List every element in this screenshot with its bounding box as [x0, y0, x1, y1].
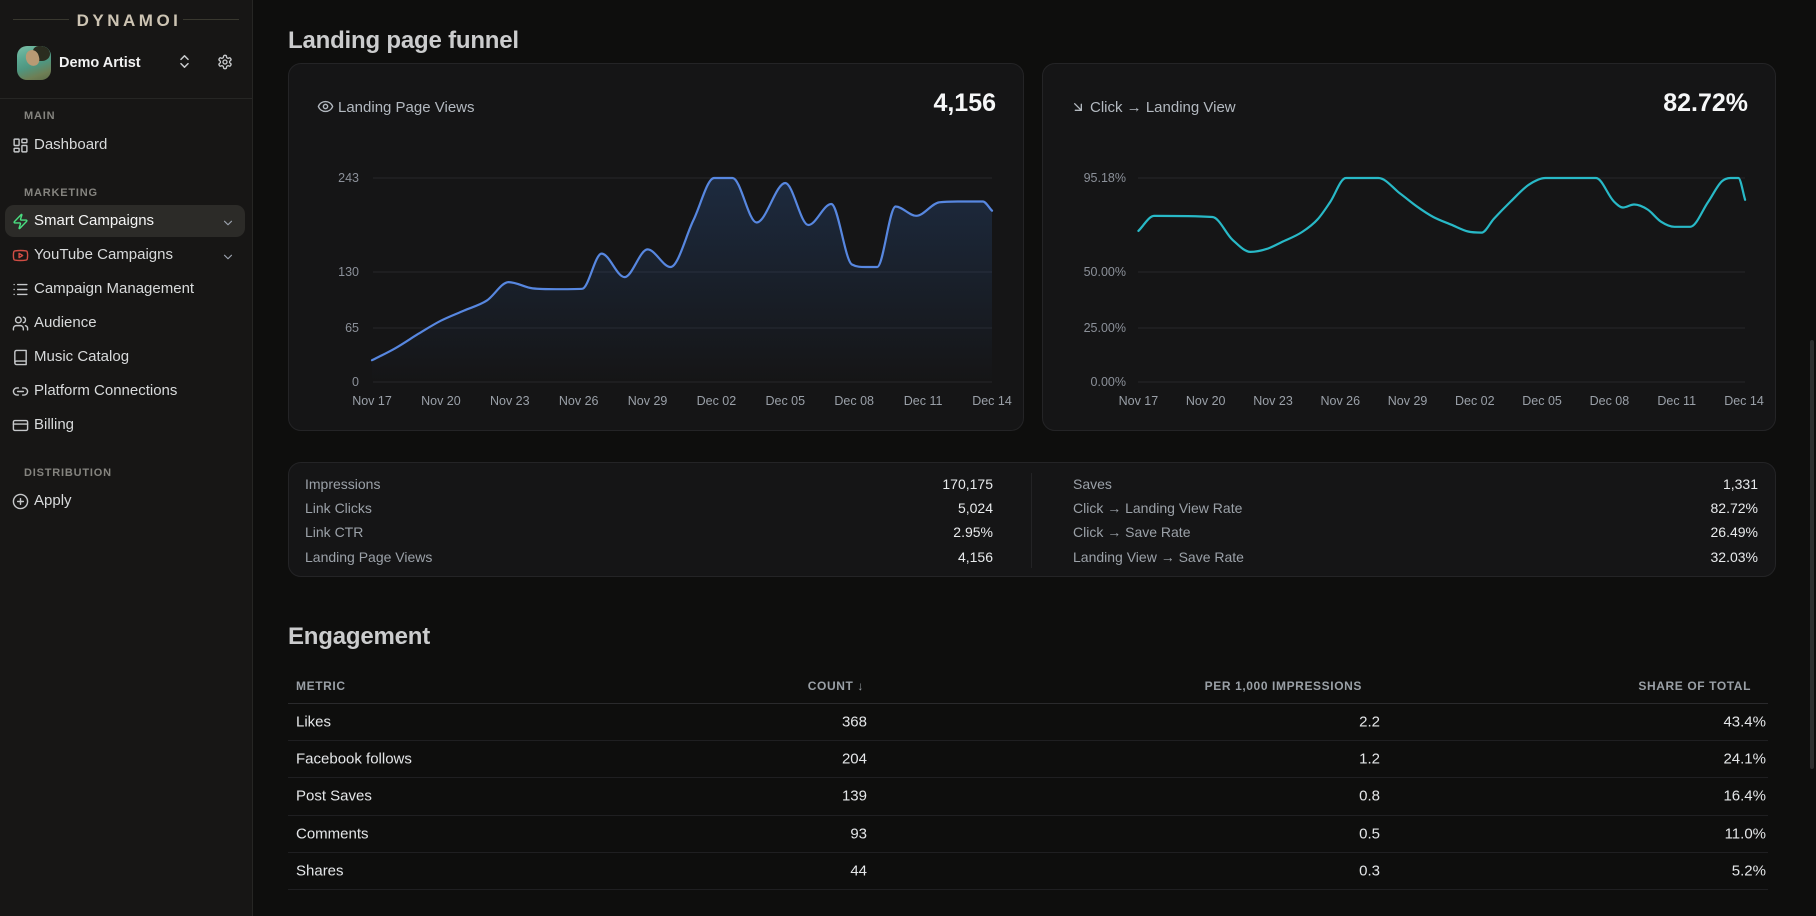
svg-text:130: 130 [338, 265, 359, 279]
svg-text:0.00%: 0.00% [1091, 375, 1126, 389]
svg-text:Dec 11: Dec 11 [1657, 394, 1696, 408]
svg-text:Nov 17: Nov 17 [1119, 394, 1159, 408]
svg-text:Dec 05: Dec 05 [1522, 394, 1562, 408]
svg-text:Dec 05: Dec 05 [765, 394, 805, 408]
svg-text:Nov 29: Nov 29 [628, 394, 668, 408]
svg-text:Nov 17: Nov 17 [352, 394, 392, 408]
svg-text:Dec 14: Dec 14 [1724, 394, 1764, 408]
svg-text:Nov 20: Nov 20 [1186, 394, 1226, 408]
svg-text:243: 243 [338, 171, 359, 185]
svg-text:Dec 08: Dec 08 [834, 394, 874, 408]
svg-text:Dec 02: Dec 02 [697, 394, 737, 408]
svg-text:Dec 14: Dec 14 [972, 394, 1012, 408]
svg-text:Dec 11: Dec 11 [904, 394, 943, 408]
svg-text:Nov 26: Nov 26 [559, 394, 599, 408]
svg-text:95.18%: 95.18% [1084, 171, 1126, 185]
svg-text:Nov 20: Nov 20 [421, 394, 461, 408]
svg-text:Nov 26: Nov 26 [1320, 394, 1360, 408]
svg-text:Nov 23: Nov 23 [1253, 394, 1293, 408]
svg-text:65: 65 [345, 321, 359, 335]
svg-text:Nov 23: Nov 23 [490, 394, 530, 408]
svg-text:0: 0 [352, 375, 359, 389]
svg-text:Nov 29: Nov 29 [1388, 394, 1428, 408]
svg-text:25.00%: 25.00% [1084, 321, 1126, 335]
svg-text:50.00%: 50.00% [1084, 265, 1126, 279]
svg-text:Dec 02: Dec 02 [1455, 394, 1495, 408]
svg-text:Dec 08: Dec 08 [1590, 394, 1630, 408]
